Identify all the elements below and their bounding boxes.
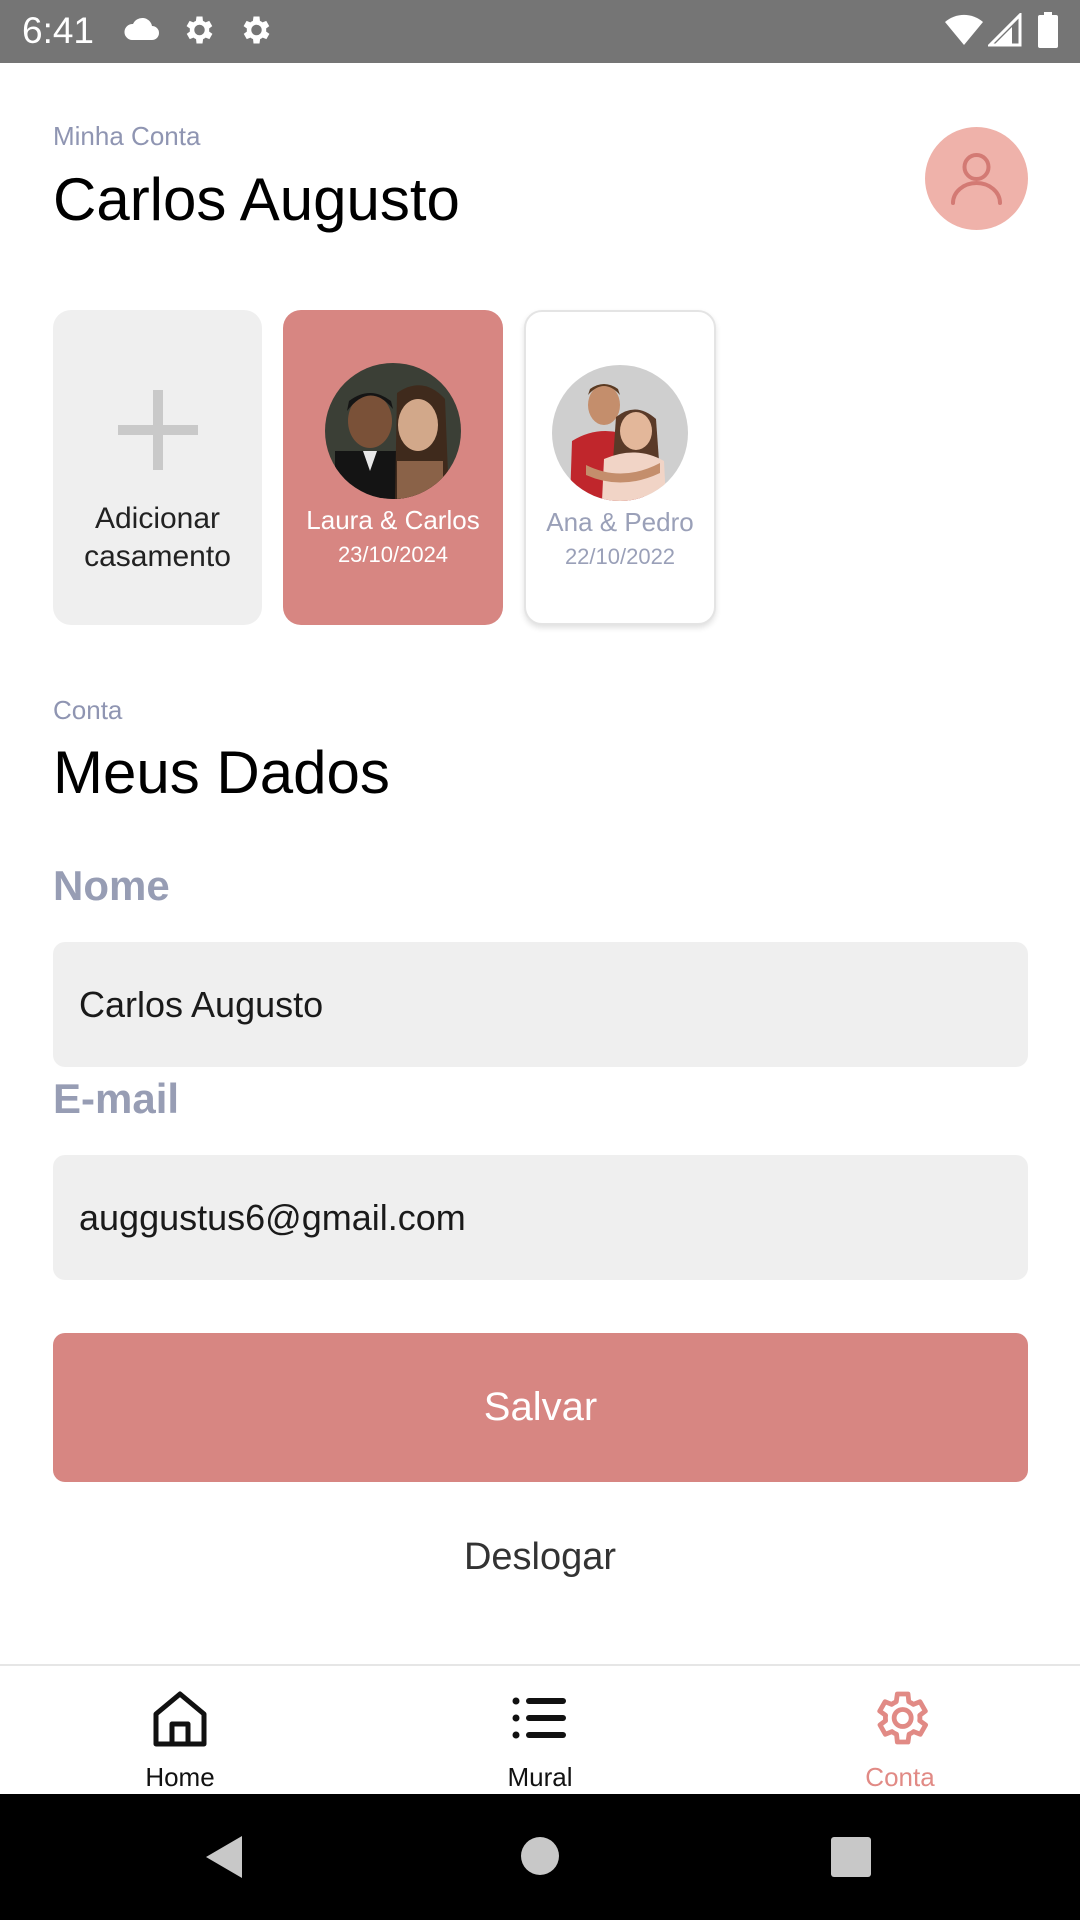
email-field[interactable]: auggustus6@gmail.com [53,1155,1028,1280]
status-bar: 6:41 [0,0,1080,63]
user-icon [951,153,1002,205]
wedding-card[interactable]: Ana & Pedro 22/10/2022 [524,310,716,625]
gear-icon [243,16,270,44]
nav-conta[interactable]: Conta [800,1666,1000,1796]
system-nav-bar [0,1794,1080,1920]
section-label: Conta [53,695,123,725]
name-label: Nome [53,862,170,909]
wedding-name: Laura & Carlos [306,505,480,535]
save-button[interactable]: Salvar [53,1333,1028,1482]
nav-home[interactable]: Home [80,1666,280,1796]
add-wedding-label: Adicionar casamento [84,502,231,573]
wedding-date: 23/10/2024 [337,542,449,567]
home-icon [153,1691,207,1747]
plus-icon [118,390,198,470]
section-title: Meus Dados [53,739,390,806]
nav-mural-label: Mural [507,1762,573,1792]
couple-photo [325,363,461,499]
signal-icon [988,13,1022,47]
wedding-name: Ana & Pedro [546,507,694,537]
status-time: 6:41 [22,10,95,51]
wifi-icon [945,14,983,45]
list-icon [512,1697,566,1739]
add-wedding-card[interactable]: Adicionar casamento [53,310,262,625]
email-label: E-mail [53,1075,180,1122]
back-icon[interactable] [204,1834,244,1880]
nav-mural[interactable]: Mural [440,1666,640,1796]
avatar[interactable] [925,127,1028,230]
nav-conta-label: Conta [865,1762,935,1792]
name-field[interactable]: Carlos Augusto [53,942,1028,1067]
battery-icon [1038,12,1058,48]
wedding-date: 22/10/2022 [564,544,676,569]
cloud-icon [124,17,159,40]
logout-button[interactable]: Deslogar [0,1536,1080,1579]
page-title: Carlos Augusto [53,166,460,233]
bottom-nav: Home Mural Conta [0,1664,1080,1796]
nav-home-label: Home [145,1762,215,1792]
gear-icon [877,1691,928,1745]
home-circle-icon[interactable] [520,1836,560,1876]
couple-photo [552,365,688,501]
gear-icon [186,16,213,44]
wedding-card-selected[interactable]: Laura & Carlos 23/10/2024 [283,310,503,625]
recents-icon[interactable] [831,1837,871,1877]
header-label: Minha Conta [53,121,201,151]
